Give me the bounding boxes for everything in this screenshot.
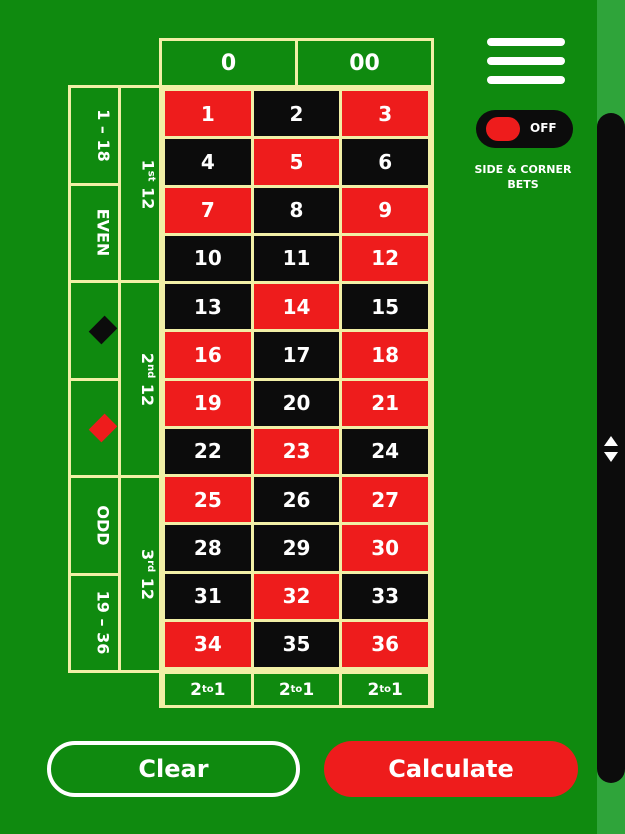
number-cell[interactable]: 21 [342, 380, 428, 426]
side-corner-bets-toggle[interactable]: OFF [476, 110, 573, 148]
dozen-label: 1st 12 [138, 159, 158, 209]
black-diamond-icon [88, 315, 118, 345]
odd-bet-label: ODD [93, 505, 113, 546]
toggle-state: OFF [530, 121, 557, 135]
number-cell[interactable]: 34 [165, 621, 251, 667]
menu-bar [487, 38, 565, 46]
number-cell[interactable]: 2 [253, 91, 340, 137]
dozen-label: 2nd 12 [138, 352, 158, 406]
number-cell[interactable]: 14 [253, 284, 340, 330]
zero-bet[interactable]: 0 [162, 41, 298, 85]
number-cell[interactable]: 1 [165, 91, 251, 137]
number-cell[interactable]: 31 [165, 573, 251, 619]
toggle-knob [486, 117, 520, 141]
dozen-label: 3rd 12 [138, 548, 158, 600]
even-bet-label: EVEN [93, 208, 113, 257]
number-cell[interactable]: 32 [253, 573, 340, 619]
column-bet-second[interactable]: 2 to 1 [253, 674, 340, 705]
column-bets: 2 to 1 2 to 1 2 to 1 [159, 671, 434, 708]
arrow-down-icon [604, 452, 618, 462]
dozen-bets: 1st 12 2nd 12 3rd 12 [118, 85, 175, 673]
clear-button[interactable]: Clear [47, 741, 300, 797]
number-cell[interactable]: 10 [165, 235, 251, 281]
calculate-button[interactable]: Calculate [324, 741, 578, 797]
outside-bets: 1 – 18 EVEN ODD 19 – 36 [68, 85, 135, 673]
number-cell[interactable]: 25 [165, 477, 251, 523]
number-cell[interactable]: 3 [342, 91, 428, 137]
number-cell[interactable]: 15 [342, 284, 428, 330]
number-cell[interactable]: 11 [253, 235, 340, 281]
number-grid: 1 2 3 4 5 6 7 8 9 10 11 12 13 14 15 16 17 18 19 20 21 22 23 24 2… [159, 85, 434, 673]
arrow-up-icon [604, 436, 618, 446]
low-bet-label: 1 – 18 [93, 108, 113, 162]
column-bet-third[interactable]: 2 to 1 [342, 674, 428, 705]
number-cell[interactable]: 22 [165, 428, 251, 474]
menu-bar [487, 76, 565, 84]
number-cell[interactable]: 9 [342, 187, 428, 233]
number-cell[interactable]: 30 [342, 525, 428, 571]
number-cell[interactable]: 20 [253, 380, 340, 426]
number-cell[interactable]: 23 [253, 428, 340, 474]
zero-row: 0 00 [159, 38, 434, 88]
number-cell[interactable]: 17 [253, 332, 340, 378]
number-cell[interactable]: 8 [253, 187, 340, 233]
number-cell[interactable]: 4 [165, 139, 251, 185]
number-cell[interactable]: 16 [165, 332, 251, 378]
high-bet-label: 19 – 36 [93, 590, 113, 655]
hamburger-menu-icon[interactable] [487, 38, 565, 84]
number-cell[interactable]: 29 [253, 525, 340, 571]
double-zero-bet[interactable]: 00 [298, 41, 431, 85]
number-cell[interactable]: 13 [165, 284, 251, 330]
column-bet-first[interactable]: 2 to 1 [165, 674, 251, 705]
number-cell[interactable]: 6 [342, 139, 428, 185]
number-cell[interactable]: 33 [342, 573, 428, 619]
number-cell[interactable]: 26 [253, 477, 340, 523]
number-cell[interactable]: 5 [253, 139, 340, 185]
number-cell[interactable]: 35 [253, 621, 340, 667]
number-cell[interactable]: 28 [165, 525, 251, 571]
red-diamond-icon [88, 413, 118, 443]
scroll-handle-icon[interactable] [603, 436, 619, 462]
number-cell[interactable]: 24 [342, 428, 428, 474]
number-cell[interactable]: 19 [165, 380, 251, 426]
number-cell[interactable]: 18 [342, 332, 428, 378]
number-cell[interactable]: 27 [342, 477, 428, 523]
menu-bar [487, 57, 565, 65]
number-cell[interactable]: 7 [165, 187, 251, 233]
number-cell[interactable]: 12 [342, 235, 428, 281]
number-cell[interactable]: 36 [342, 621, 428, 667]
toggle-label: SIDE & CORNER BETS [474, 163, 572, 191]
